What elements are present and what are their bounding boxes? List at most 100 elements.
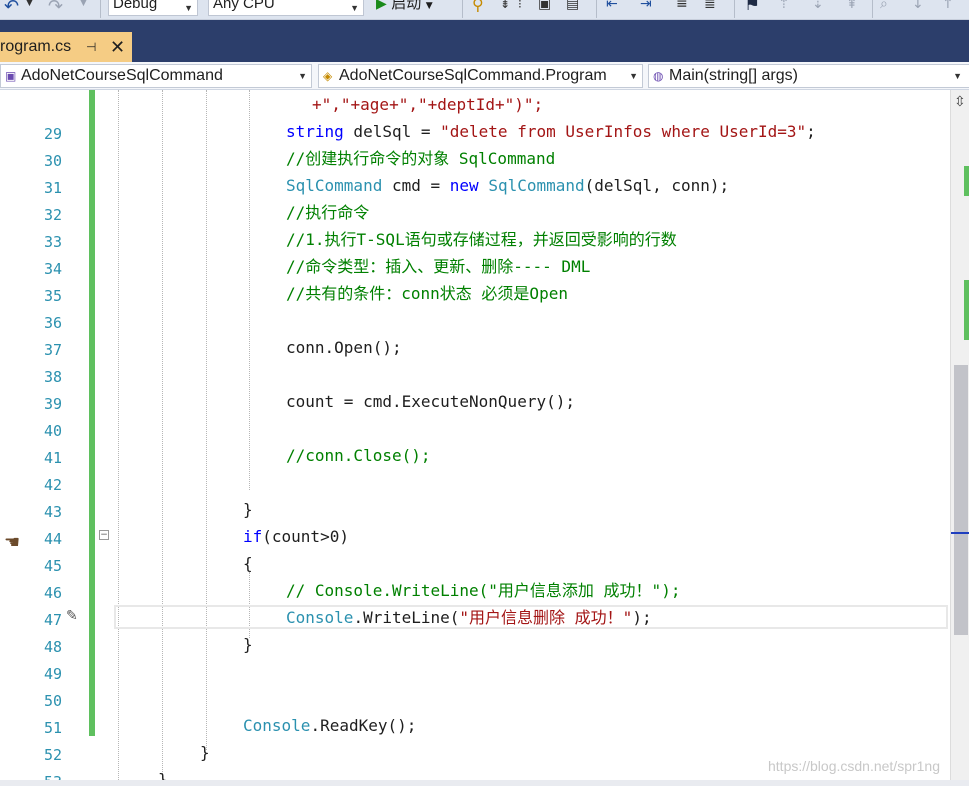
start-label: 启动 [391,0,422,12]
down-arrow-icon[interactable]: ↓ [912,0,924,12]
code-line: count = cmd.ExecuteNonQuery(); [286,392,575,412]
indent-guide [206,90,207,750]
code-token: Console [243,716,311,735]
clear-bookmarks-icon[interactable]: ⇞ [846,0,858,12]
toolbar-separator [872,0,873,18]
change-marker [964,280,969,340]
code-token: SqlCommand [286,176,383,195]
search-bookmark-icon[interactable]: ⌕ [880,0,888,12]
chevron-down-icon: ▼ [350,3,359,13]
code-line: //共有的条件：conn状态 必须是Open [286,284,568,304]
find-icon[interactable]: ⚲ [472,0,484,14]
indent-guide [118,90,119,780]
redo-dropdown-icon[interactable]: ▼ [80,0,87,14]
code-token: //conn.Close(); [286,446,431,465]
code-line: // Console.WriteLine("用户信息添加 成功！"); [286,581,680,601]
code-line: } [200,743,210,763]
member-select[interactable]: ◍ Main(string[] args) ▼ [648,64,969,88]
line-number: 50 [43,692,62,710]
undo-icon[interactable]: ↶ [4,0,19,17]
code-line: SqlCommand cmd = new SqlCommand(delSql, … [286,176,729,196]
vertical-scrollbar[interactable]: ⇳ [950,90,969,780]
undo-dropdown-icon[interactable]: ▼ [26,0,33,14]
solution-platform-select[interactable]: Any CPU ▼ [208,0,364,16]
code-token: ; [806,122,816,141]
code-token: if [243,527,263,546]
up-arrow-icon[interactable]: ↑ [942,0,954,12]
toolbar-separator [596,0,597,18]
code-token: //命令类型：插入、更新、删除---- DML [286,257,591,276]
close-icon[interactable]: ✕ [110,32,125,62]
class-select[interactable]: ◈ AdoNetCourseSqlCommand.Program ▼ [318,64,643,88]
code-line: //执行命令 [286,203,369,223]
chevron-down-icon: ▼ [298,71,307,81]
line-number: 37 [43,341,62,359]
format-icon[interactable]: ⁝ [518,0,522,13]
project-select[interactable]: ▣ AdoNetCourseSqlCommand ▼ [0,64,312,88]
line-number: 53 [20,772,62,780]
code-token: } [200,743,210,762]
code-token: //1.执行T-SQL语句或存储过程，并返回受影响的行数 [286,230,677,249]
code-line: conn.Open(); [286,338,402,358]
window-icon[interactable]: ▣ [538,0,551,12]
code-token: { [243,554,253,573]
change-marker [964,166,969,196]
scrollbar-thumb[interactable] [954,365,968,635]
horizontal-scrollbar[interactable] [0,780,969,786]
uncomment-icon[interactable]: ≣ [704,0,716,12]
code-line: if(count>0) [243,527,349,547]
code-token: +","+age+","+deptId+")"; [312,95,544,114]
chevron-down-icon: ▼ [184,3,193,13]
line-number: 32 [43,206,62,224]
next-bookmark-icon[interactable]: ⇣ [812,0,824,12]
project-value: AdoNetCourseSqlCommand [21,67,223,84]
split-editor-icon[interactable]: ⇳ [954,94,966,110]
start-button[interactable]: ▶ 启动 ▼ [376,0,433,14]
code-token: //共有的条件：conn状态 必须是Open [286,284,568,303]
redo-icon[interactable]: ↷ [48,0,63,17]
collapse-toggle[interactable]: − [99,530,109,540]
line-number-gutter: 29 30 31 32 33 34 35 36 37 38 39 40 41 42 43 44 45 46 47 48… [0,90,70,780]
line-number: 44 [43,530,62,548]
prev-bookmark-icon[interactable]: ⇡ [778,0,790,12]
toolbar-separator [100,0,101,18]
line-number: 38 [43,368,62,386]
line-number: 48 [43,638,62,656]
outdent-icon[interactable]: ⇤ [606,0,618,12]
code-token: } [158,770,168,780]
code-line: //创建执行命令的对象 SqlCommand [286,149,555,169]
line-number: 29 [43,125,62,143]
main-toolbar: ↶ ▼ ↷ ▼ Debug ▼ Any CPU ▼ ▶ 启动 ▼ ⚲ ⇟ ⁝ ▣… [0,0,969,20]
line-number: 43 [43,503,62,521]
solution-config-select[interactable]: Debug ▼ [108,0,198,16]
step-icon[interactable]: ⇟ [500,0,510,13]
code-token: string [286,122,344,141]
toolbar-separator [462,0,463,18]
code-token: cmd = [382,176,450,195]
toolbar-separator [734,0,735,18]
tab-program-cs[interactable]: rogram.cs ⊣ ✕ [0,32,132,62]
change-tracking-bar [89,90,95,736]
code-token: SqlCommand [488,176,585,195]
line-number: 35 [43,287,62,305]
code-line: string delSql = "delete from UserInfos w… [286,122,816,142]
code-token: delSql = [343,122,441,141]
navigation-bar: ▣ AdoNetCourseSqlCommand ▼ ◈ AdoNetCourseS… [0,62,969,90]
code-line: } [243,500,253,520]
comment-icon[interactable]: ≡ [676,0,688,12]
code-token: "用户信息删除 成功！" [459,608,633,627]
code-token: //执行命令 [286,203,370,222]
line-number: 47 [43,611,62,629]
line-number: 41 [43,449,62,467]
code-line: //命令类型：插入、更新、删除---- DML [286,257,590,277]
bookmark-icon[interactable]: ⚑ [744,0,760,15]
properties-icon[interactable]: ▤ [566,0,579,12]
pin-icon[interactable]: ⊣ [86,32,96,62]
code-editor[interactable]: 29 30 31 32 33 34 35 36 37 38 39 40 41 42 43 44 45 46 47 48… [0,90,950,780]
code-line: //1.执行T-SQL语句或存储过程，并返回受影响的行数 [286,230,677,250]
code-line: } [243,635,253,655]
indent-icon[interactable]: ⇥ [640,0,652,12]
code-line: //conn.Close(); [286,446,431,466]
code-line: Console.WriteLine("用户信息删除 成功！"); [286,608,652,628]
class-value: AdoNetCourseSqlCommand.Program [339,67,607,84]
